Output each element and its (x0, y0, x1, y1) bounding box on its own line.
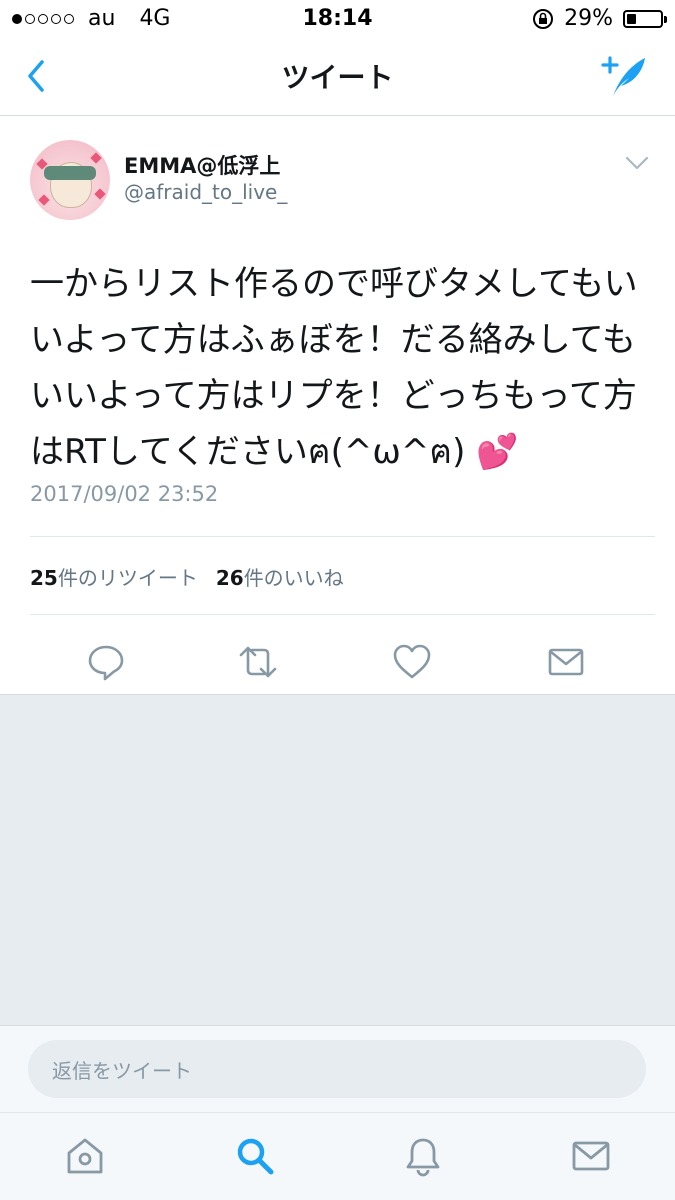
like-count[interactable]: 26件のいいね (216, 562, 344, 591)
tweet-text: 一からリスト作るので呼びタメしてもいいよって方はふぁぼを！だる絡みしてもいいよっ… (30, 256, 650, 480)
reply-bar: 返信をツイート (0, 1026, 675, 1112)
tab-bar (0, 1112, 675, 1200)
two-hearts-emoji: 💕 (476, 432, 519, 472)
user-handle[interactable]: @afraid_to_live_ (124, 180, 287, 204)
chevron-down-icon[interactable] (625, 156, 649, 170)
display-name[interactable]: EMMA@低浮上 (124, 150, 280, 180)
avatar-headband (44, 166, 96, 180)
tweet-timestamp: 2017/09/02 23:52 (30, 482, 219, 506)
direct-message-icon[interactable] (546, 642, 586, 682)
retweet-count-number: 25 (30, 566, 58, 590)
replies-area (0, 694, 675, 1026)
divider (30, 614, 655, 615)
engagement-counts: 25件のリツイート 26件のいいね (30, 562, 344, 591)
retweet-count[interactable]: 25件のリツイート (30, 562, 198, 591)
orientation-lock-icon (533, 8, 554, 29)
like-count-number: 26 (215, 566, 244, 590)
divider (30, 536, 655, 537)
avatar[interactable] (30, 140, 110, 220)
bell-icon[interactable] (402, 1135, 444, 1177)
envelope-icon[interactable] (570, 1135, 612, 1177)
battery-percent: 29% (564, 6, 613, 31)
avatar-heart (94, 188, 106, 200)
status-right: 29% (532, 6, 667, 31)
compose-tweet-icon[interactable] (599, 54, 649, 98)
search-icon[interactable] (234, 1135, 276, 1177)
heart-icon[interactable] (392, 642, 432, 682)
avatar-heart (38, 194, 50, 206)
nav-bar: ツイート (0, 38, 675, 116)
reply-input[interactable]: 返信をツイート (28, 1040, 646, 1098)
status-bar: au 4G 18:14 29% (0, 0, 675, 38)
page-title: ツイート (281, 61, 394, 94)
tweet-actions (0, 632, 675, 692)
battery-icon (623, 9, 667, 28)
avatar-heart (90, 152, 102, 164)
retweet-count-label: 件のリツイート (57, 566, 198, 590)
like-count-label: 件のいいね (243, 566, 344, 590)
home-icon[interactable] (64, 1135, 106, 1177)
tweet-body: 一からリスト作るので呼びタメしてもいいよって方はふぁぼを！だる絡みしてもいいよっ… (30, 264, 638, 472)
retweet-icon[interactable] (238, 642, 278, 682)
reply-icon[interactable] (86, 642, 126, 682)
